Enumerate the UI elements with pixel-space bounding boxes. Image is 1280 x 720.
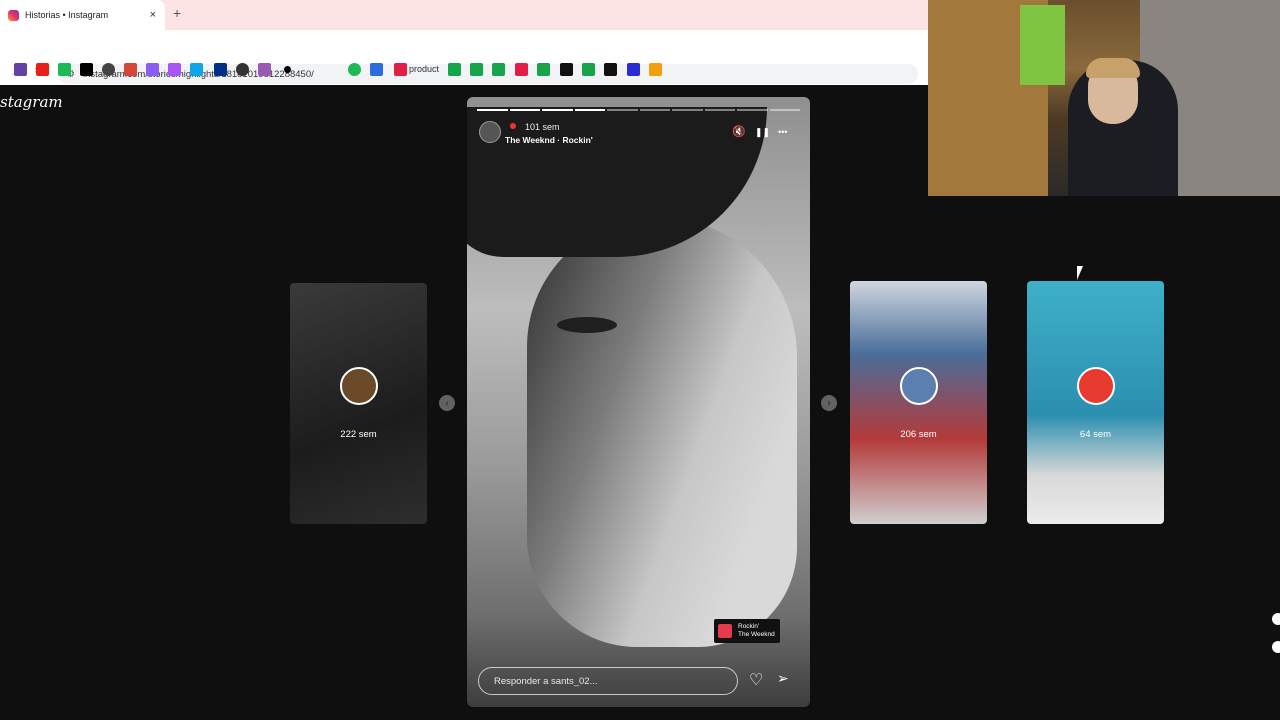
side-story-next[interactable]: 206 sem xyxy=(850,281,987,524)
whatsapp-bookmark-icon[interactable] xyxy=(236,63,249,76)
pause-icon[interactable]: ❚❚ xyxy=(755,127,770,138)
bookmark-icon[interactable] xyxy=(649,63,662,76)
bookmark-icon[interactable] xyxy=(168,63,181,76)
side-story-next-2[interactable]: 64 sem xyxy=(1027,281,1164,524)
bookmark-product[interactable]: product xyxy=(409,64,439,74)
tab-close-icon[interactable]: × xyxy=(150,9,156,21)
browser-window: Historias • Instagram × + → ↻ ⚙ instagra… xyxy=(0,0,928,85)
sticker-artist: The Weeknd xyxy=(738,631,775,638)
send-icon[interactable]: ➢ xyxy=(777,670,789,687)
bookmark-icon[interactable] xyxy=(258,63,271,76)
mouse-cursor-icon xyxy=(1077,266,1083,280)
bookmark-icon[interactable] xyxy=(560,63,573,76)
sheets-bookmark-icon[interactable] xyxy=(448,63,461,76)
live-dot-icon xyxy=(510,123,516,129)
tab-title: Historias • Instagram xyxy=(25,10,109,20)
bookmark-icon[interactable] xyxy=(190,63,203,76)
progress-segment xyxy=(672,109,703,111)
progress-segment xyxy=(737,109,768,111)
next-story-button[interactable]: › xyxy=(821,395,837,411)
instagram-favicon-icon xyxy=(8,9,19,21)
edge-button[interactable] xyxy=(1272,613,1280,625)
bookmark-icon[interactable] xyxy=(582,63,595,76)
story-age-label: 64 sem xyxy=(1079,429,1112,440)
progress-segment xyxy=(769,109,800,111)
progress-segment xyxy=(639,109,670,111)
story-time: 101 sem xyxy=(525,122,560,132)
webcam-overlay xyxy=(928,0,1280,196)
active-story[interactable]: 101 sem The Weeknd · Rockin' 🔇 ❚❚ ••• Ro… xyxy=(467,97,810,707)
bookmark-icon[interactable] xyxy=(370,63,383,76)
bookmark-icon[interactable] xyxy=(146,63,159,76)
gmail-bookmark-icon[interactable] xyxy=(124,63,137,76)
music-sticker[interactable]: Rockin' The Weeknd xyxy=(714,619,780,643)
story-avatar xyxy=(1077,367,1115,405)
music-bars-icon xyxy=(718,624,732,638)
story-progress-bar xyxy=(477,109,800,111)
story-image xyxy=(527,217,797,647)
sheets-bookmark-icon[interactable] xyxy=(537,63,550,76)
progress-segment xyxy=(704,109,735,111)
bookmark-icon[interactable] xyxy=(58,63,71,76)
music-sticker-text: Rockin' The Weeknd xyxy=(738,623,775,639)
bookmark-icon[interactable] xyxy=(284,66,291,73)
reply-box[interactable] xyxy=(478,667,738,695)
new-tab-button[interactable]: + xyxy=(173,5,181,21)
instagram-logo[interactable]: stagram xyxy=(0,93,63,111)
bookmark-icon[interactable] xyxy=(604,63,617,76)
mute-icon[interactable]: 🔇 xyxy=(732,125,746,138)
story-header: 101 sem The Weeknd · Rockin' 🔇 ❚❚ ••• xyxy=(479,121,799,147)
story-music[interactable]: The Weeknd · Rockin' xyxy=(505,135,593,145)
edge-button[interactable] xyxy=(1272,641,1280,653)
progress-segment xyxy=(607,109,638,111)
address-bar-row: → ↻ ⚙ instagram.com/stories/highlights/1… xyxy=(0,30,928,84)
sheets-bookmark-icon[interactable] xyxy=(492,63,505,76)
paypal-bookmark-icon[interactable] xyxy=(214,63,227,76)
tab-bar: Historias • Instagram × + xyxy=(0,0,928,30)
webcam-background xyxy=(1020,5,1065,85)
tab-instagram[interactable]: Historias • Instagram × xyxy=(0,0,165,30)
story-avatar xyxy=(900,367,938,405)
spotify-bookmark-icon[interactable] xyxy=(348,63,361,76)
story-avatar xyxy=(340,367,378,405)
prev-story-button[interactable]: ‹ xyxy=(439,395,455,411)
story-author-avatar[interactable] xyxy=(479,121,501,143)
youtube-bookmark-icon[interactable] xyxy=(36,63,49,76)
like-heart-icon[interactable]: ♡ xyxy=(749,670,763,690)
sheets-bookmark-icon[interactable] xyxy=(470,63,483,76)
progress-segment xyxy=(542,109,573,111)
streamer-hair xyxy=(1086,58,1140,78)
sticker-title: Rockin' xyxy=(738,623,760,630)
story-age-label: 206 sem xyxy=(900,429,937,440)
bookmarks-bar: product xyxy=(0,60,928,80)
twitch-bookmark-icon[interactable] xyxy=(14,63,27,76)
progress-segment xyxy=(574,109,605,111)
story-image xyxy=(557,317,617,333)
bookmark-icon[interactable] xyxy=(394,63,407,76)
bookmark-icon[interactable] xyxy=(627,63,640,76)
story-age-label: 222 sem xyxy=(340,429,377,440)
progress-segment xyxy=(477,109,508,111)
tiktok-bookmark-icon[interactable] xyxy=(80,63,93,76)
side-story-prev[interactable]: 222 sem xyxy=(290,283,427,524)
reply-input[interactable] xyxy=(492,674,726,688)
bookmark-icon[interactable] xyxy=(515,63,528,76)
more-options-icon[interactable]: ••• xyxy=(778,127,787,137)
openai-bookmark-icon[interactable] xyxy=(102,63,115,76)
progress-segment xyxy=(509,109,540,111)
